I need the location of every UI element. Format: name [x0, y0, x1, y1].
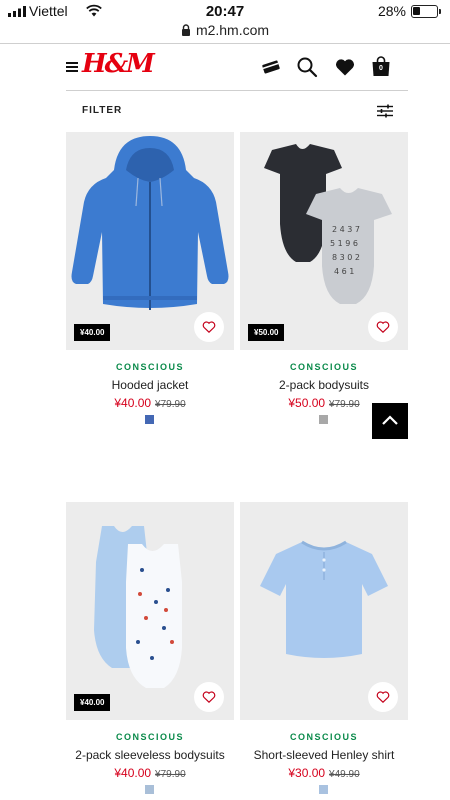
color-swatch[interactable]: [145, 415, 154, 424]
product-image[interactable]: ¥40.00: [66, 132, 234, 350]
cart-button[interactable]: 0: [371, 56, 391, 78]
original-price: ¥79.90: [155, 399, 186, 410]
favorite-button[interactable]: [194, 682, 224, 712]
conscious-label: CONSCIOUS: [289, 362, 358, 372]
favorite-button[interactable]: [194, 312, 224, 342]
filter-bar: FILTER: [66, 91, 408, 131]
price-row: ¥30.00 ¥49.90: [240, 764, 408, 782]
lock-icon: [181, 24, 190, 36]
sale-price: ¥40.00: [114, 766, 152, 780]
favorite-button[interactable]: [368, 682, 398, 712]
price-badge: ¥40.00: [74, 324, 111, 341]
scroll-to-top-button[interactable]: [372, 403, 408, 439]
url-text: m2.hm.com: [195, 22, 270, 38]
price-badge: ¥50.00: [248, 324, 285, 341]
status-bar: Viettel 20:47 28%: [0, 0, 450, 24]
conscious-label: CONSCIOUS: [289, 732, 358, 742]
product-name[interactable]: 2-pack bodysuits: [240, 378, 408, 392]
site-header: H&M 0: [0, 44, 450, 90]
product-image[interactable]: ¥40.00: [66, 502, 234, 720]
filter-sliders-icon[interactable]: [377, 104, 393, 118]
color-swatch[interactable]: [145, 785, 154, 794]
color-swatch[interactable]: [319, 415, 328, 424]
product-image[interactable]: 2 4 3 7 5 1 9 6 8 3 0 2 4 6 1 ¥50.00: [240, 132, 408, 350]
hamburger-menu-icon[interactable]: [66, 62, 78, 72]
battery-icon: [411, 5, 441, 18]
address-bar[interactable]: m2.hm.com: [0, 22, 450, 42]
heart-outline-icon: [376, 691, 390, 703]
chevron-up-icon: [382, 415, 398, 425]
hm-logo[interactable]: H&M: [82, 49, 155, 79]
price-row: ¥40.00 ¥79.90: [66, 764, 234, 782]
color-swatch[interactable]: [319, 785, 328, 794]
conscious-label: CONSCIOUS: [115, 732, 184, 742]
product-name[interactable]: Short-sleeved Henley shirt: [240, 748, 408, 762]
original-price: ¥49.90: [329, 769, 360, 780]
product-image[interactable]: [240, 502, 408, 720]
heart-outline-icon: [376, 321, 390, 333]
svg-text:2 4 3 7: 2 4 3 7: [332, 225, 360, 234]
price-row: ¥40.00 ¥79.90: [66, 394, 234, 412]
sale-price: ¥50.00: [288, 396, 326, 410]
sale-price: ¥40.00: [114, 396, 152, 410]
cart-count: 0: [379, 65, 383, 72]
sale-price: ¥30.00: [288, 766, 326, 780]
svg-text:8 3 0 2: 8 3 0 2: [332, 253, 360, 262]
svg-text:4 6 1: 4 6 1: [334, 267, 354, 276]
svg-text:5 1 9 6: 5 1 9 6: [330, 239, 358, 248]
conscious-label: CONSCIOUS: [115, 362, 184, 372]
search-icon[interactable]: [296, 56, 318, 78]
product-name[interactable]: 2-pack sleeveless bodysuits: [66, 748, 234, 762]
original-price: ¥79.90: [329, 399, 360, 410]
heart-outline-icon: [202, 691, 216, 703]
heart-outline-icon: [202, 321, 216, 333]
card-icon[interactable]: [260, 56, 282, 78]
filter-button[interactable]: FILTER: [82, 105, 122, 116]
favorite-button[interactable]: [368, 312, 398, 342]
battery-percentage: 28%: [377, 3, 406, 19]
price-badge: ¥40.00: [74, 694, 111, 711]
original-price: ¥79.90: [155, 769, 186, 780]
product-name[interactable]: Hooded jacket: [66, 378, 234, 392]
heart-icon[interactable]: [334, 56, 356, 78]
